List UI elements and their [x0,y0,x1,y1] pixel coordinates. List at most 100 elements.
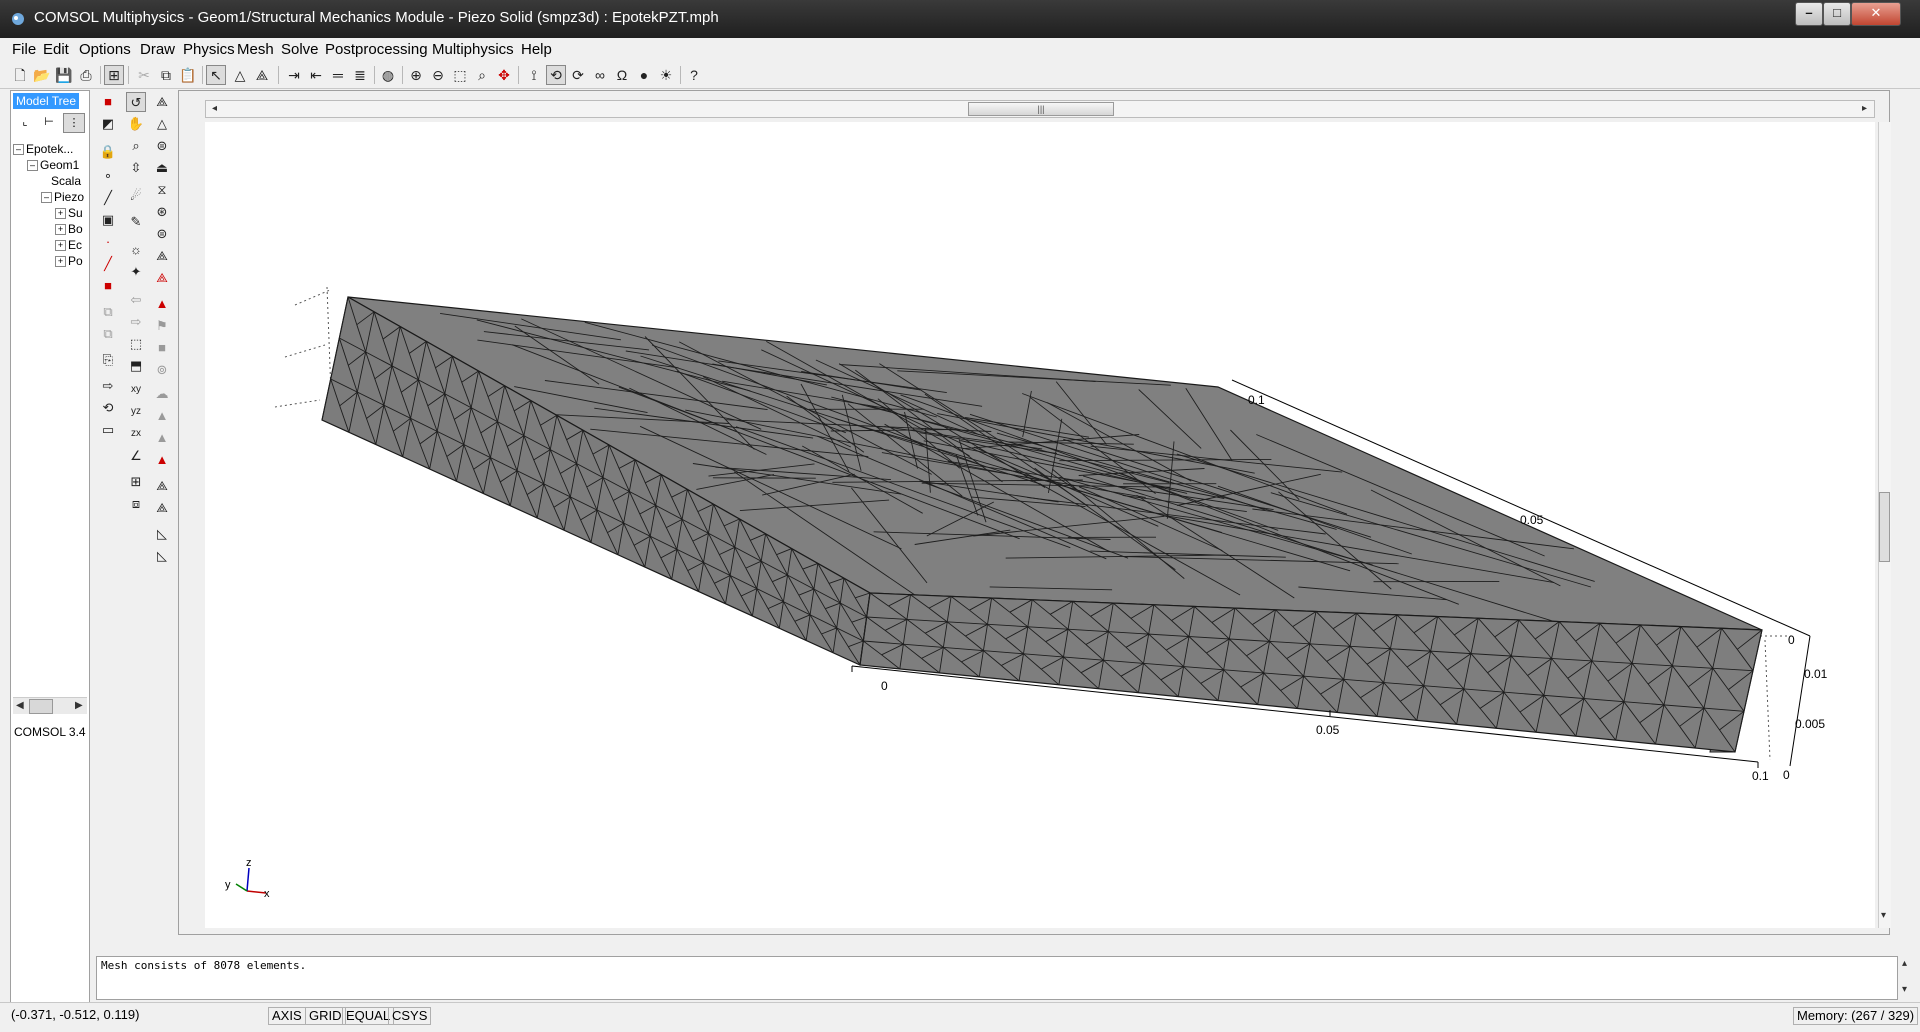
red-line-icon[interactable]: ╱ [98,254,118,274]
orbit-view-icon[interactable]: ↺ [126,92,146,112]
scene-light-icon[interactable]: ☀ [656,65,676,85]
view-settings-icon[interactable]: ⧈ [126,494,146,514]
orbit-icon[interactable]: ⟲ [546,65,566,85]
scroll-down-icon[interactable]: ▾ [1881,910,1886,921]
triangle-outline-icon[interactable]: △ [152,114,172,134]
axis-orient-icon[interactable]: ⟟ [524,65,544,85]
vertex-select-icon[interactable]: ⊛ [152,202,172,222]
menu-edit[interactable]: Edit [43,41,69,58]
tree-item-bo[interactable]: + Bo [13,221,84,237]
pan-icon[interactable]: ∞ [590,65,610,85]
draw-object-icon[interactable]: ◩ [98,114,118,134]
red-triangle-icon[interactable]: ▲ [152,294,172,314]
equal-toggle[interactable]: EQUAL [342,1007,395,1025]
draw-mode-icon[interactable]: ■ [98,92,118,112]
new-file-icon[interactable]: 🗋 [10,65,30,85]
tree-view-nested-icon[interactable]: ⊢ [39,113,59,131]
save-icon[interactable]: 💾 [54,65,74,85]
scene-icon[interactable]: ⬒ [126,356,146,376]
menu-mesh[interactable]: Mesh [237,41,274,58]
menu-multiphysics[interactable]: Multiphysics [432,41,514,58]
message-scrollbar[interactable]: ▴ ▾ [1900,956,1912,1000]
headlight-icon[interactable]: ✦ [126,262,146,282]
move-view-icon[interactable]: ⇳ [126,158,146,178]
rotate-object-icon[interactable]: ⟲ [98,398,118,418]
zoom-out-icon[interactable]: ⊖ [428,65,448,85]
menu-options[interactable]: Options [79,41,131,58]
tree-item-epotek[interactable]: – Epotek... [13,141,84,157]
mesh-select-icon[interactable]: ◺ [152,524,172,544]
edge-select-icon[interactable]: ⧖ [152,180,172,200]
scroll-left-icon[interactable]: ◀ [16,700,24,711]
menu-physics[interactable]: Physics [183,41,235,58]
paste-icon[interactable]: 📋 [178,65,198,85]
collapse-icon[interactable]: – [27,160,38,172]
mesh-init-icon[interactable]: ⟁ [152,476,172,496]
subdomain-icon[interactable]: ⟁ [152,246,172,266]
mesh-red-icon[interactable]: ▲ [152,450,172,470]
close-button[interactable]: ✕ [1851,2,1901,26]
delta-mesh-icon[interactable]: ⟁ [252,65,272,85]
scroll-right-icon[interactable]: ▶ [75,700,83,711]
expand-icon[interactable]: + [55,208,66,220]
scroll-thumb[interactable]: ||| [968,102,1114,116]
block-icon[interactable]: ▣ [98,210,118,230]
move-icon[interactable]: ✥ [494,65,514,85]
copy-icon[interactable]: ⧉ [156,65,176,85]
sphere-icon[interactable]: ● [634,65,654,85]
menu-postprocessing[interactable]: Postprocessing [325,41,428,58]
red-point-icon[interactable]: · [98,232,118,252]
yz-plane-icon[interactable]: yz [126,402,146,422]
globe-icon[interactable]: ◍ [378,65,398,85]
scroll-down-icon[interactable]: ▾ [1902,984,1907,995]
next-view-icon[interactable]: ⇨ [126,312,146,332]
expand-icon[interactable]: + [55,256,66,268]
spiral-icon[interactable]: ⊚ [152,360,172,380]
minimize-button[interactable]: – [1795,2,1823,26]
expand-icon[interactable]: + [55,224,66,236]
cloud-icon[interactable]: ☁ [152,384,172,404]
remove-mesh-icon[interactable]: ⟁ [152,268,172,288]
line-icon[interactable]: ╱ [98,188,118,208]
tree-horizontal-scrollbar[interactable]: ◀ ▶ [13,697,87,714]
axis-toggle[interactable]: AXIS [268,1007,306,1025]
hand-icon[interactable]: ✋ [126,114,146,134]
mesh-triangle-icon[interactable]: ◺ [152,546,172,566]
align-left-icon[interactable]: ⇥ [284,65,304,85]
previous-view-icon[interactable]: ⇦ [126,290,146,310]
spotlight-icon[interactable]: ✎ [126,212,146,232]
boundary-icon[interactable]: ⏏ [152,158,172,178]
distribute-icon[interactable]: ≣ [350,65,370,85]
scroll-right-icon[interactable]: ▸ [1862,103,1867,114]
flag-icon[interactable]: ⚑ [152,316,172,336]
mountain-icon[interactable]: ▲ [152,406,172,426]
lock-icon[interactable]: 🔒 [98,142,118,162]
maximize-button[interactable]: □ [1823,2,1851,26]
menu-draw[interactable]: Draw [140,41,175,58]
transform-icon[interactable]: ⇨ [98,376,118,396]
sun-icon[interactable]: ☼ [126,240,146,260]
rotate-icon[interactable]: ⟳ [568,65,588,85]
collapse-icon[interactable]: – [13,144,24,156]
menu-help[interactable]: Help [521,41,552,58]
zoom-icon[interactable]: ⌕ [126,136,146,156]
scroll-left-icon[interactable]: ◂ [212,103,217,114]
help-icon[interactable]: ? [684,65,704,85]
csys-toggle[interactable]: CSYS [388,1007,432,1025]
square-icon[interactable]: ■ [152,338,172,358]
print-icon[interactable]: ⎙ [76,65,96,85]
tree-item-piezo[interactable]: – Piezo [13,189,84,205]
zoom-in-icon[interactable]: ⊕ [406,65,426,85]
scroll-up-icon[interactable]: ▴ [1902,958,1907,969]
tree-item-po[interactable]: + Po [13,253,84,269]
grid-toggle[interactable]: GRID [305,1007,346,1025]
expand-icon[interactable]: + [55,240,66,252]
zx-plane-icon[interactable]: zx [126,424,146,444]
ruler-icon[interactable]: ▭ [98,420,118,440]
tree-view-flat-icon[interactable]: ⌞ [15,113,35,131]
face-select-icon[interactable]: ⊜ [152,136,172,156]
point-icon[interactable]: ∘ [98,166,118,186]
model-tree-header[interactable]: Model Tree [13,93,80,109]
equal-icon[interactable]: ═ [328,65,348,85]
light-icon[interactable]: ☄ [126,186,146,206]
